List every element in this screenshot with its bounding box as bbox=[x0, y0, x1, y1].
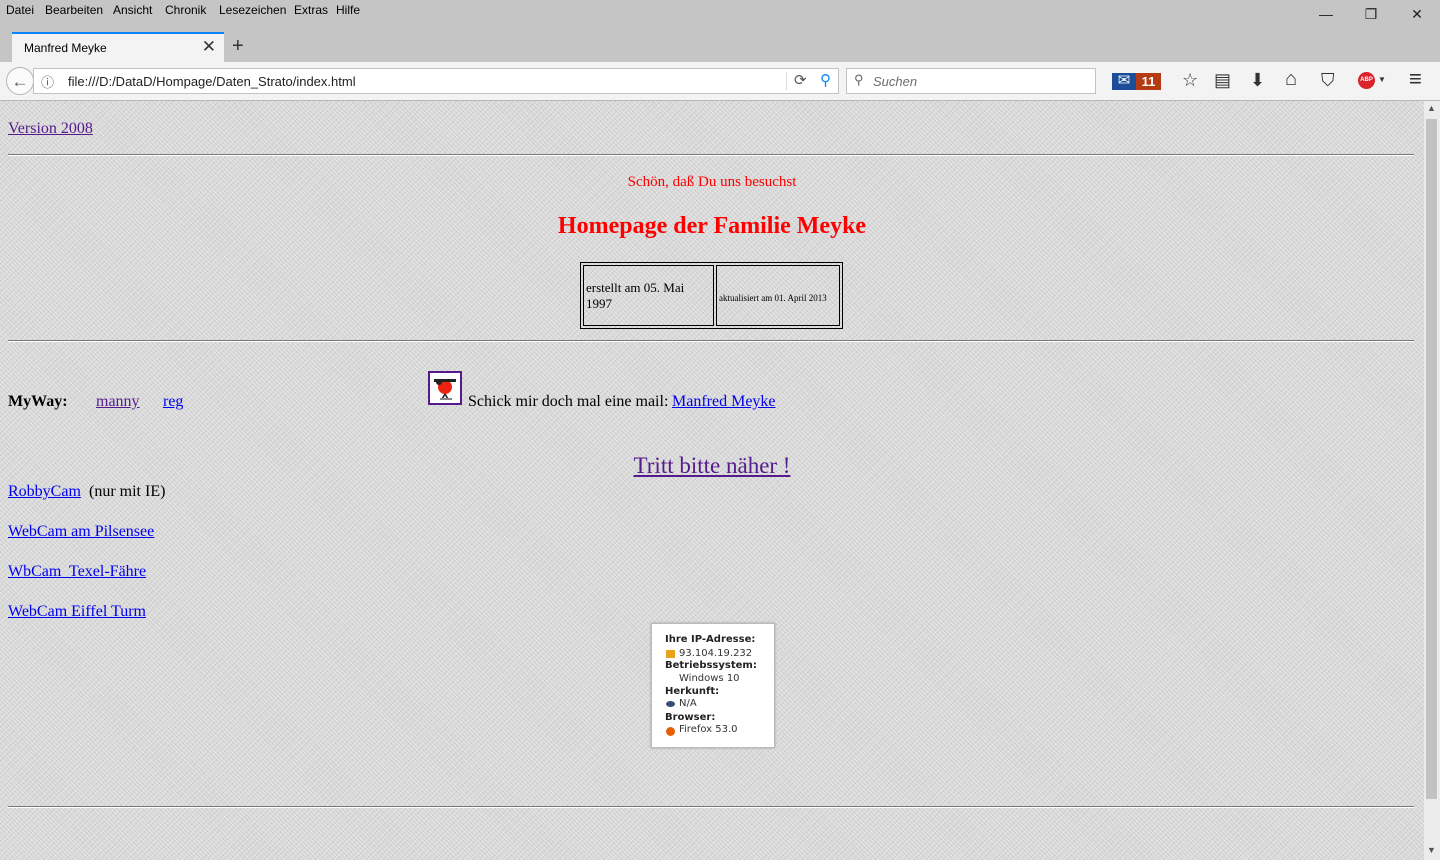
adblock-icon[interactable]: ABP bbox=[1358, 72, 1375, 89]
enter-link[interactable]: Tritt bitte näher ! bbox=[634, 453, 791, 478]
ip-value: 93.104.19.232 bbox=[679, 648, 753, 659]
myway-link-reg[interactable]: reg bbox=[163, 393, 183, 411]
adblock-dropdown-icon[interactable]: ▼ bbox=[1378, 75, 1386, 84]
browser-value: Firefox 53.0 bbox=[679, 724, 738, 735]
date-table: erstellt am 05. Mai 1997 aktualisiert am… bbox=[580, 262, 843, 329]
origin-value: N/A bbox=[679, 698, 697, 709]
menu-lesezeichen[interactable]: Lesezeichen bbox=[219, 3, 286, 17]
url-separator bbox=[786, 72, 787, 90]
mail-text: Schick mir doch mal eine mail: bbox=[468, 393, 669, 410]
divider bbox=[8, 154, 1414, 156]
robbycam-link[interactable]: RobbyCam bbox=[8, 483, 81, 501]
reading-list-icon[interactable]: ▤ bbox=[1214, 70, 1231, 91]
ip-icon bbox=[666, 650, 675, 658]
tab-title: Manfred Meyke bbox=[24, 41, 107, 55]
greeting-text: Schön, daß Du uns besuchst bbox=[627, 174, 797, 190]
download-icon[interactable]: ⬇ bbox=[1250, 70, 1265, 91]
reload-icon[interactable]: ⟳ bbox=[794, 71, 807, 89]
mail-link[interactable]: Manfred Meyke bbox=[672, 393, 776, 411]
mail-ladybug-icon[interactable] bbox=[428, 371, 462, 405]
origin-label: Herkunft: bbox=[665, 686, 720, 697]
menu-ansicht[interactable]: Ansicht bbox=[113, 3, 152, 17]
version-2008-link[interactable]: Version 2008 bbox=[8, 120, 93, 138]
created-date: erstellt am 05. Mai 1997 bbox=[583, 265, 714, 326]
menu-hilfe[interactable]: Hilfe bbox=[336, 3, 360, 17]
webcam-texel-link[interactable]: WbCam Texel-Fähre bbox=[8, 563, 146, 581]
page-title: Homepage der Familie Meyke bbox=[557, 213, 867, 239]
scrollbar-thumb[interactable] bbox=[1426, 119, 1437, 799]
new-tab-icon[interactable]: + bbox=[232, 35, 244, 58]
back-arrow-icon[interactable]: ← bbox=[6, 67, 34, 95]
divider bbox=[8, 806, 1414, 808]
os-label: Betriebssystem: bbox=[665, 660, 757, 671]
home-icon[interactable]: ⌂ bbox=[1285, 68, 1297, 91]
menu-datei[interactable]: Datei bbox=[6, 3, 34, 17]
firefox-icon bbox=[666, 727, 675, 736]
ip-info-widget[interactable]: Ihre IP-Adresse: 93.104.19.232 Betriebss… bbox=[651, 623, 775, 748]
ip-label: Ihre IP-Adresse: bbox=[665, 634, 756, 645]
mail-count-badge[interactable]: 11 bbox=[1136, 73, 1161, 90]
myway-label: MyWay: bbox=[8, 393, 68, 410]
updated-date: aktualisiert am 01. April 2013 bbox=[716, 265, 840, 326]
menu-bar: Datei Bearbeiten Ansicht Chronik Lesezei… bbox=[0, 0, 1440, 22]
vertical-scrollbar[interactable]: ▲ ▼ bbox=[1424, 101, 1440, 860]
url-text[interactable]: file:///D:/DataD/Hompage/Daten_Strato/in… bbox=[68, 74, 356, 89]
scroll-up-icon[interactable]: ▲ bbox=[1427, 103, 1436, 113]
search-placeholder: Suchen bbox=[873, 74, 918, 89]
pocket-icon[interactable]: ⛉ bbox=[1321, 70, 1335, 91]
search-icon: ⚲ bbox=[854, 72, 864, 87]
tab-bar: Manfred Meyke ✕ + bbox=[0, 22, 1440, 62]
navigation-toolbar: ← ⓘ file:///D:/DataD/Hompage/Daten_Strat… bbox=[0, 62, 1440, 101]
hamburger-menu-icon[interactable]: ≡ bbox=[1409, 66, 1422, 92]
mail-envelope-icon[interactable]: ✉ bbox=[1112, 73, 1136, 90]
divider bbox=[8, 340, 1414, 342]
myway-link-manny[interactable]: manny bbox=[96, 393, 140, 411]
menu-bearbeiten[interactable]: Bearbeiten bbox=[45, 3, 103, 17]
site-info-icon[interactable]: ⓘ bbox=[41, 72, 54, 91]
url-bar[interactable]: ⓘ file:///D:/DataD/Hompage/Daten_Strato/… bbox=[33, 68, 839, 94]
menu-extras[interactable]: Extras bbox=[294, 3, 328, 17]
os-value: Windows 10 bbox=[679, 673, 740, 684]
origin-icon bbox=[666, 701, 675, 707]
tab-manfred-meyke[interactable]: Manfred Meyke ✕ bbox=[12, 32, 224, 62]
tab-close-icon[interactable]: ✕ bbox=[202, 37, 216, 57]
scroll-down-icon[interactable]: ▼ bbox=[1427, 845, 1436, 855]
robbycam-note: (nur mit IE) bbox=[89, 483, 166, 500]
page-content: Version 2008 Schön, daß Du uns besuchst … bbox=[0, 101, 1424, 860]
webcam-pilsensee-link[interactable]: WebCam am Pilsensee bbox=[8, 523, 154, 541]
browser-label: Browser: bbox=[665, 712, 716, 723]
menu-chronik[interactable]: Chronik bbox=[165, 3, 206, 17]
bookmark-star-icon[interactable]: ☆ bbox=[1182, 70, 1198, 91]
go-search-icon[interactable]: ⚲ bbox=[820, 71, 831, 89]
search-input[interactable]: ⚲ Suchen bbox=[846, 68, 1096, 94]
enter-link-container: Tritt bitte näher ! bbox=[0, 453, 1424, 479]
webcam-eiffel-link[interactable]: WebCam Eiffel Turm bbox=[8, 603, 146, 621]
